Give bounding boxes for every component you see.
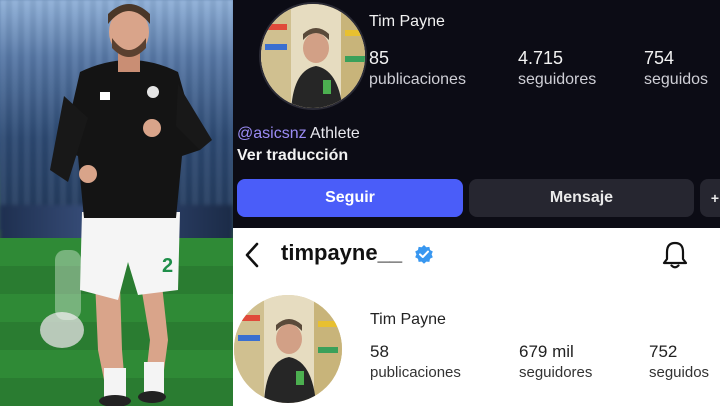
chevron-left-icon[interactable] — [241, 240, 263, 270]
stat-followers[interactable]: 679 mil seguidores — [519, 342, 592, 381]
bio-mention-link[interactable]: @asicsnz — [237, 125, 307, 143]
add-person-icon: + — [710, 190, 720, 206]
stat-value: 85 — [369, 48, 390, 68]
stat-label: seguidos — [644, 71, 709, 88]
message-button[interactable]: Mensaje — [469, 179, 694, 217]
bell-icon[interactable] — [661, 240, 689, 270]
stat-value: 4.715 — [518, 48, 564, 68]
stat-label: seguidores — [519, 364, 593, 381]
profile-avatar[interactable] — [234, 295, 342, 403]
player-figure: 2 — [40, 4, 212, 406]
stat-followers[interactable]: 4.715 seguidores — [518, 48, 596, 89]
stat-label: seguidores — [518, 71, 597, 88]
follow-button[interactable]: Seguir — [237, 179, 463, 217]
profile-username: timpayne__ — [281, 240, 403, 265]
bio-role: Athlete — [310, 125, 360, 142]
stat-posts[interactable]: 85 publicaciones — [369, 48, 466, 89]
stat-value: 58 — [370, 342, 389, 361]
add-person-button[interactable]: + — [700, 179, 720, 217]
avatar-photo — [234, 295, 342, 403]
dark-profile-panel: Tim Payne 85 publicaciones 4.715 seguido… — [233, 0, 720, 228]
stat-value: 752 — [649, 342, 678, 361]
verified-badge-icon — [415, 245, 433, 264]
avatar-photo — [261, 4, 365, 108]
stat-value: 679 mil — [519, 342, 574, 361]
profile-name: Tim Payne — [370, 311, 446, 328]
stat-label: publicaciones — [369, 71, 466, 88]
stat-following[interactable]: 752 seguidos — [649, 342, 709, 381]
player-photo: 2 — [0, 0, 233, 406]
stat-value: 754 — [644, 48, 675, 68]
svg-text:2: 2 — [162, 255, 173, 277]
stat-label: publicaciones — [370, 364, 461, 381]
translate-link[interactable]: Ver traducción — [237, 147, 348, 165]
profile-name: Tim Payne — [369, 13, 445, 30]
stat-posts[interactable]: 58 publicaciones — [370, 342, 461, 381]
stat-label: seguidos — [649, 364, 710, 381]
profile-avatar[interactable] — [259, 2, 367, 110]
stat-following[interactable]: 754 seguidos — [644, 48, 708, 89]
light-profile-panel: timpayne__ Tim Payne 58 publicaciones 67… — [233, 228, 720, 406]
